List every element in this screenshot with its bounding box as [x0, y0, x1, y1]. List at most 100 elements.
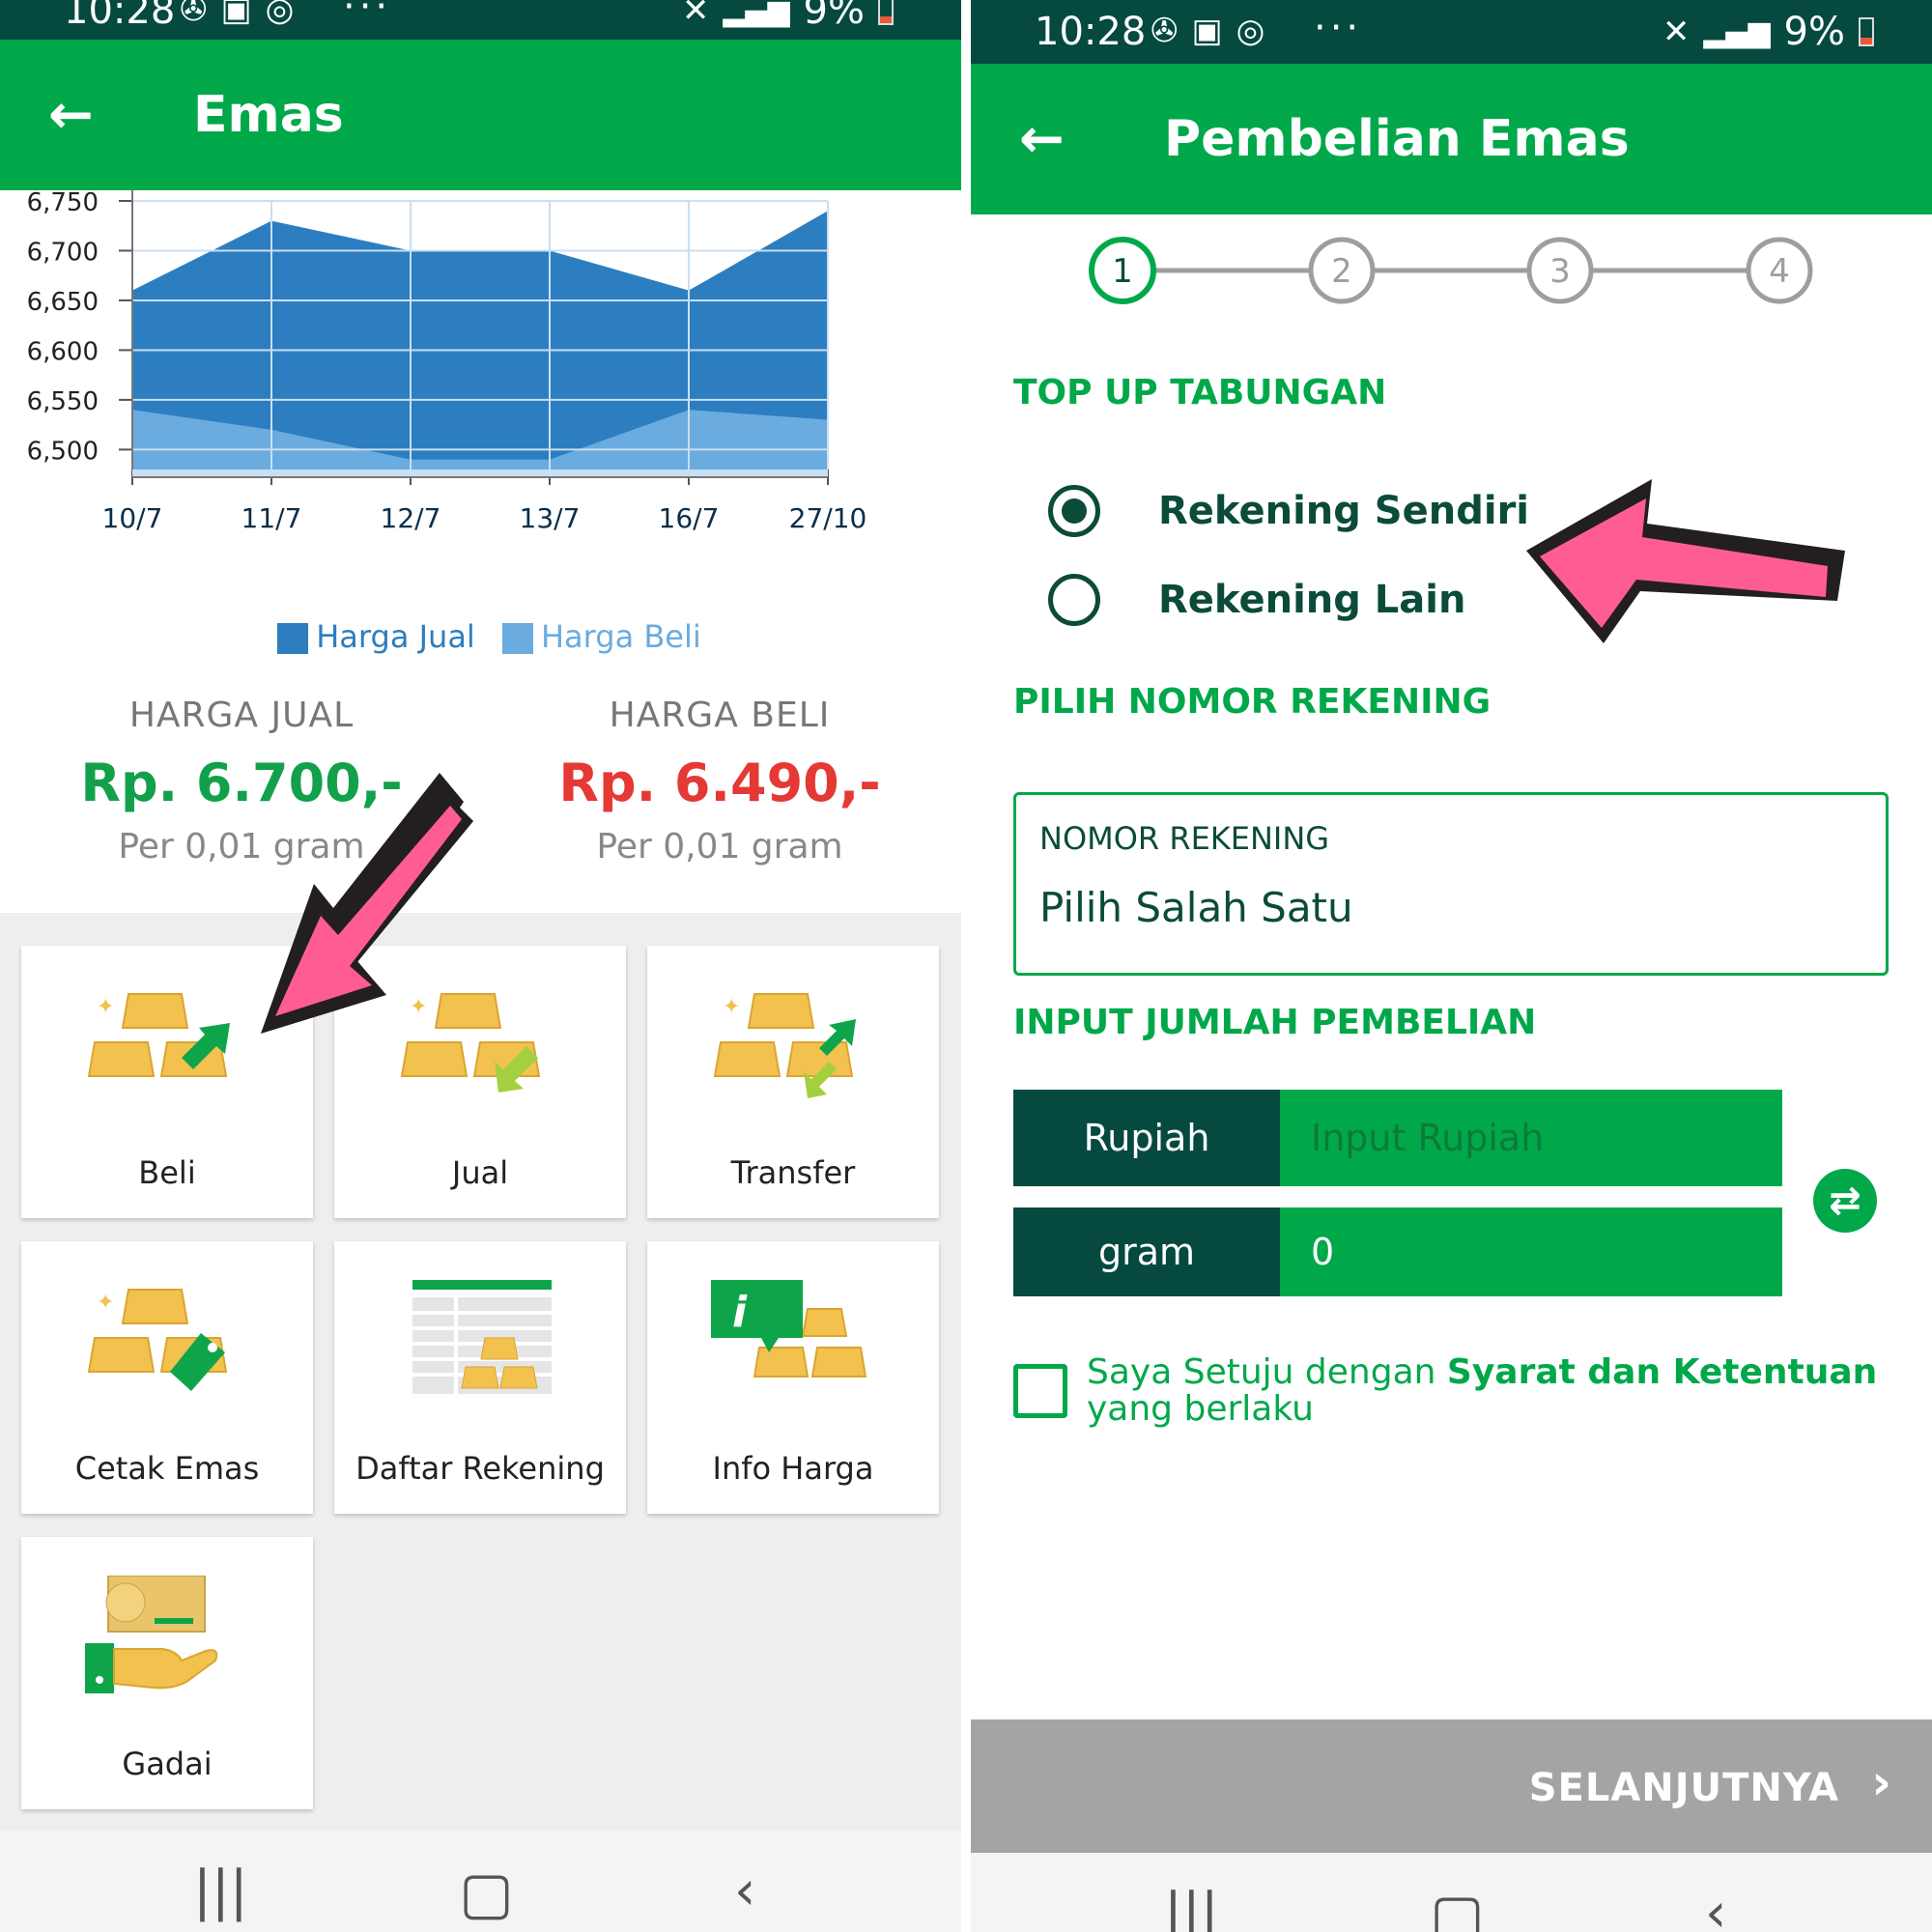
- account-number-value: Pilih Salah Satu: [1039, 884, 1353, 931]
- status-right: ✕ ▂▄▆ 9%: [1662, 10, 1874, 54]
- legend-swatch-beli: [501, 623, 533, 654]
- y-tick-label: 6,500: [27, 437, 99, 466]
- menu-label: Daftar Rekening: [355, 1450, 605, 1487]
- radio-unselected-icon[interactable]: [1048, 574, 1100, 626]
- home-icon[interactable]: ▢: [1430, 1882, 1485, 1932]
- y-tick-label: 6,650: [27, 288, 99, 317]
- notification-icons: ✇▣◎: [1151, 12, 1279, 50]
- account-number-label: NOMOR REKENING: [1039, 820, 1330, 857]
- menu-daftar-rekening[interactable]: Daftar Rekening: [334, 1241, 626, 1514]
- gold-transfer-icon: ✦: [713, 993, 856, 1098]
- terms-text-post: yang berlaku: [1087, 1389, 1314, 1429]
- status-time: 10:28: [64, 0, 176, 33]
- home-icon[interactable]: ▢: [459, 1860, 514, 1927]
- chart-legend: Harga Jual Harga Beli: [0, 618, 961, 655]
- mute-icon: ✕: [1662, 13, 1690, 51]
- swap-icon[interactable]: ⇄: [1813, 1169, 1877, 1233]
- radio-rekening-lain[interactable]: Rekening Lain: [1048, 574, 1465, 626]
- rupiah-input[interactable]: Input Rupiah: [1280, 1090, 1782, 1186]
- app-bar: ← Emas: [0, 40, 961, 190]
- legend-beli: Harga Beli: [540, 618, 701, 655]
- radio-selected-icon[interactable]: [1048, 485, 1100, 537]
- page-title: Pembelian Emas: [1164, 110, 1630, 168]
- y-tick-label: 6,600: [27, 337, 99, 366]
- section-input-jumlah: INPUT JUMLAH PEMBELIAN: [1013, 1003, 1537, 1042]
- step-2-label: 2: [1331, 252, 1352, 291]
- menu-info-harga[interactable]: i Info Harga: [647, 1241, 939, 1514]
- system-nav-bar: ||| ▢ ‹: [0, 1831, 961, 1932]
- menu-label: Beli: [138, 1154, 196, 1191]
- menu-cetak-emas[interactable]: ✦ Cetak Emas: [21, 1241, 313, 1514]
- account-number-select[interactable]: NOMOR REKENING Pilih Salah Satu: [1013, 792, 1889, 976]
- harga-jual-label: HARGA JUAL: [128, 696, 355, 735]
- terms-text-pre: Saya Setuju dengan: [1087, 1352, 1447, 1392]
- rupiah-label: Rupiah: [1013, 1090, 1280, 1186]
- svg-text:i: i: [732, 1288, 748, 1337]
- chevron-right-icon: ›: [1871, 1754, 1891, 1810]
- x-tick-label: 16/7: [659, 502, 720, 534]
- step-indicator-svg: 1 2 3 4: [1089, 237, 1813, 304]
- recent-apps-icon[interactable]: |||: [193, 1860, 248, 1922]
- app-bar: ← Pembelian Emas: [971, 64, 1932, 214]
- pointer-arrow-icon: [1526, 479, 1845, 643]
- menu-transfer[interactable]: ✦ Transfer: [647, 946, 939, 1218]
- signal-icon: ▂▄▆: [1703, 14, 1771, 49]
- status-bar: 10:28 ✇▣◎ ··· ✕ ▂▄▆ 9%: [0, 0, 961, 44]
- back-arrow-icon[interactable]: ←: [1019, 108, 1065, 171]
- account-list-icon: [412, 1280, 552, 1394]
- more-notifications-icon: ···: [1314, 6, 1363, 50]
- y-tick-label: 6,700: [27, 238, 99, 267]
- svg-text:✦: ✦: [723, 995, 740, 1019]
- next-button-label: SELANJUTNYA: [1528, 1766, 1839, 1810]
- gram-input[interactable]: 0: [1280, 1208, 1782, 1296]
- legend-jual: Harga Jual: [316, 618, 475, 655]
- menu-grid: ✦ Beli ✦ Jual ✦ Transfer ✦ Cetak Emas Da…: [0, 913, 961, 1831]
- status-right: ✕ ▂▄▆ 9%: [682, 0, 894, 33]
- terms-checkbox[interactable]: [1013, 1364, 1067, 1418]
- step-indicator: 1 2 3 4: [971, 232, 1932, 309]
- rupiah-input-row: Rupiah Input Rupiah: [1013, 1090, 1782, 1186]
- menu-label: Transfer: [730, 1154, 856, 1191]
- menu-label: Info Harga: [712, 1450, 874, 1487]
- battery-text: 9%: [1783, 10, 1845, 54]
- gold-buy-icon: ✦: [87, 993, 230, 1077]
- panel-divider: [961, 0, 971, 1932]
- battery-icon: [1859, 17, 1874, 46]
- svg-text:✦: ✦: [97, 995, 114, 1019]
- menu-label: Jual: [451, 1154, 509, 1191]
- status-bar: 10:28 ✇▣◎ ··· ✕ ▂▄▆ 9%: [971, 0, 1932, 64]
- back-nav-icon[interactable]: ‹: [734, 1860, 755, 1922]
- notification-icons: ✇▣◎: [180, 0, 308, 29]
- harga-beli-unit: Per 0,01 gram: [596, 827, 843, 867]
- y-tick-label: 6,750: [27, 189, 99, 217]
- y-tick-label: 6,550: [27, 387, 99, 416]
- pembelian-emas-screen: 10:28 ✇▣◎ ··· ✕ ▂▄▆ 9% ← Pembelian Emas …: [971, 0, 1932, 1932]
- page-title: Emas: [193, 86, 344, 144]
- x-tick-label: 10/7: [102, 502, 163, 534]
- pointer-arrow-icon: [261, 773, 473, 1034]
- radio-rekening-sendiri[interactable]: Rekening Sendiri: [1048, 485, 1529, 537]
- back-nav-icon[interactable]: ‹: [1705, 1882, 1726, 1932]
- harga-beli-value: Rp. 6.490,-: [558, 753, 881, 813]
- x-tick-label: 12/7: [381, 502, 441, 534]
- battery-text: 9%: [803, 0, 865, 33]
- gram-label: gram: [1013, 1208, 1280, 1296]
- harga-beli-block: HARGA BELI Rp. 6.490,- Per 0,01 gram: [478, 696, 961, 867]
- next-button[interactable]: SELANJUTNYA ›: [971, 1719, 1932, 1853]
- step-3-label: 3: [1549, 252, 1571, 291]
- more-notifications-icon: ···: [343, 0, 392, 29]
- terms-link[interactable]: Syarat dan Ketentuan: [1447, 1352, 1877, 1392]
- menu-label: Gadai: [122, 1746, 213, 1782]
- battery-icon: [878, 0, 894, 25]
- x-tick-label: 13/7: [520, 502, 581, 534]
- step-4-label: 4: [1769, 252, 1790, 291]
- price-info-icon: i: [711, 1280, 867, 1378]
- x-axis-band: [132, 469, 828, 477]
- menu-gadai[interactable]: Gadai: [21, 1537, 313, 1809]
- x-tick-label: 27/10: [789, 502, 867, 534]
- price-chart-svg: 6,750 6,700 6,650 6,600 6,550 6,500 10/7 11/7 12…: [27, 188, 867, 534]
- recent-apps-icon[interactable]: |||: [1164, 1882, 1219, 1932]
- gram-input-row: gram 0: [1013, 1208, 1782, 1296]
- back-arrow-icon[interactable]: ←: [48, 84, 94, 147]
- emas-screen: 10:28 ✇▣◎ ··· ✕ ▂▄▆ 9% ← Emas 6,750 6,700…: [0, 0, 961, 1932]
